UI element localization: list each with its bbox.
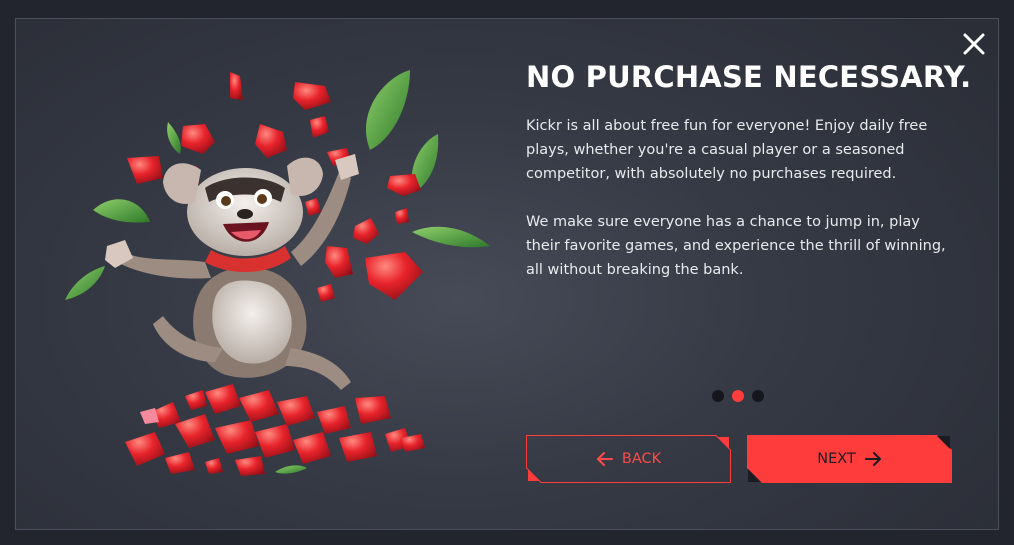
next-button-label: NEXT: [817, 451, 856, 467]
intro-paragraph: Kickr is all about free fun for everyone…: [526, 118, 928, 182]
close-icon[interactable]: [960, 30, 988, 58]
carousel-dot-1[interactable]: [712, 390, 724, 402]
back-button[interactable]: BACK: [526, 435, 731, 483]
modal-title: NO PURCHASE NECESSARY.: [526, 60, 972, 94]
arrow-right-icon: [864, 452, 881, 466]
carousel-dot-3[interactable]: [752, 390, 764, 402]
next-button[interactable]: NEXT: [747, 435, 952, 483]
raccoon-with-gems-illustration: [65, 70, 490, 476]
details-paragraph: We make sure everyone has a chance to ju…: [526, 214, 946, 278]
carousel-dot-2[interactable]: [732, 390, 744, 402]
back-button-label: BACK: [621, 451, 662, 467]
carousel-dots: [712, 390, 764, 402]
arrow-left-icon: [596, 452, 613, 466]
